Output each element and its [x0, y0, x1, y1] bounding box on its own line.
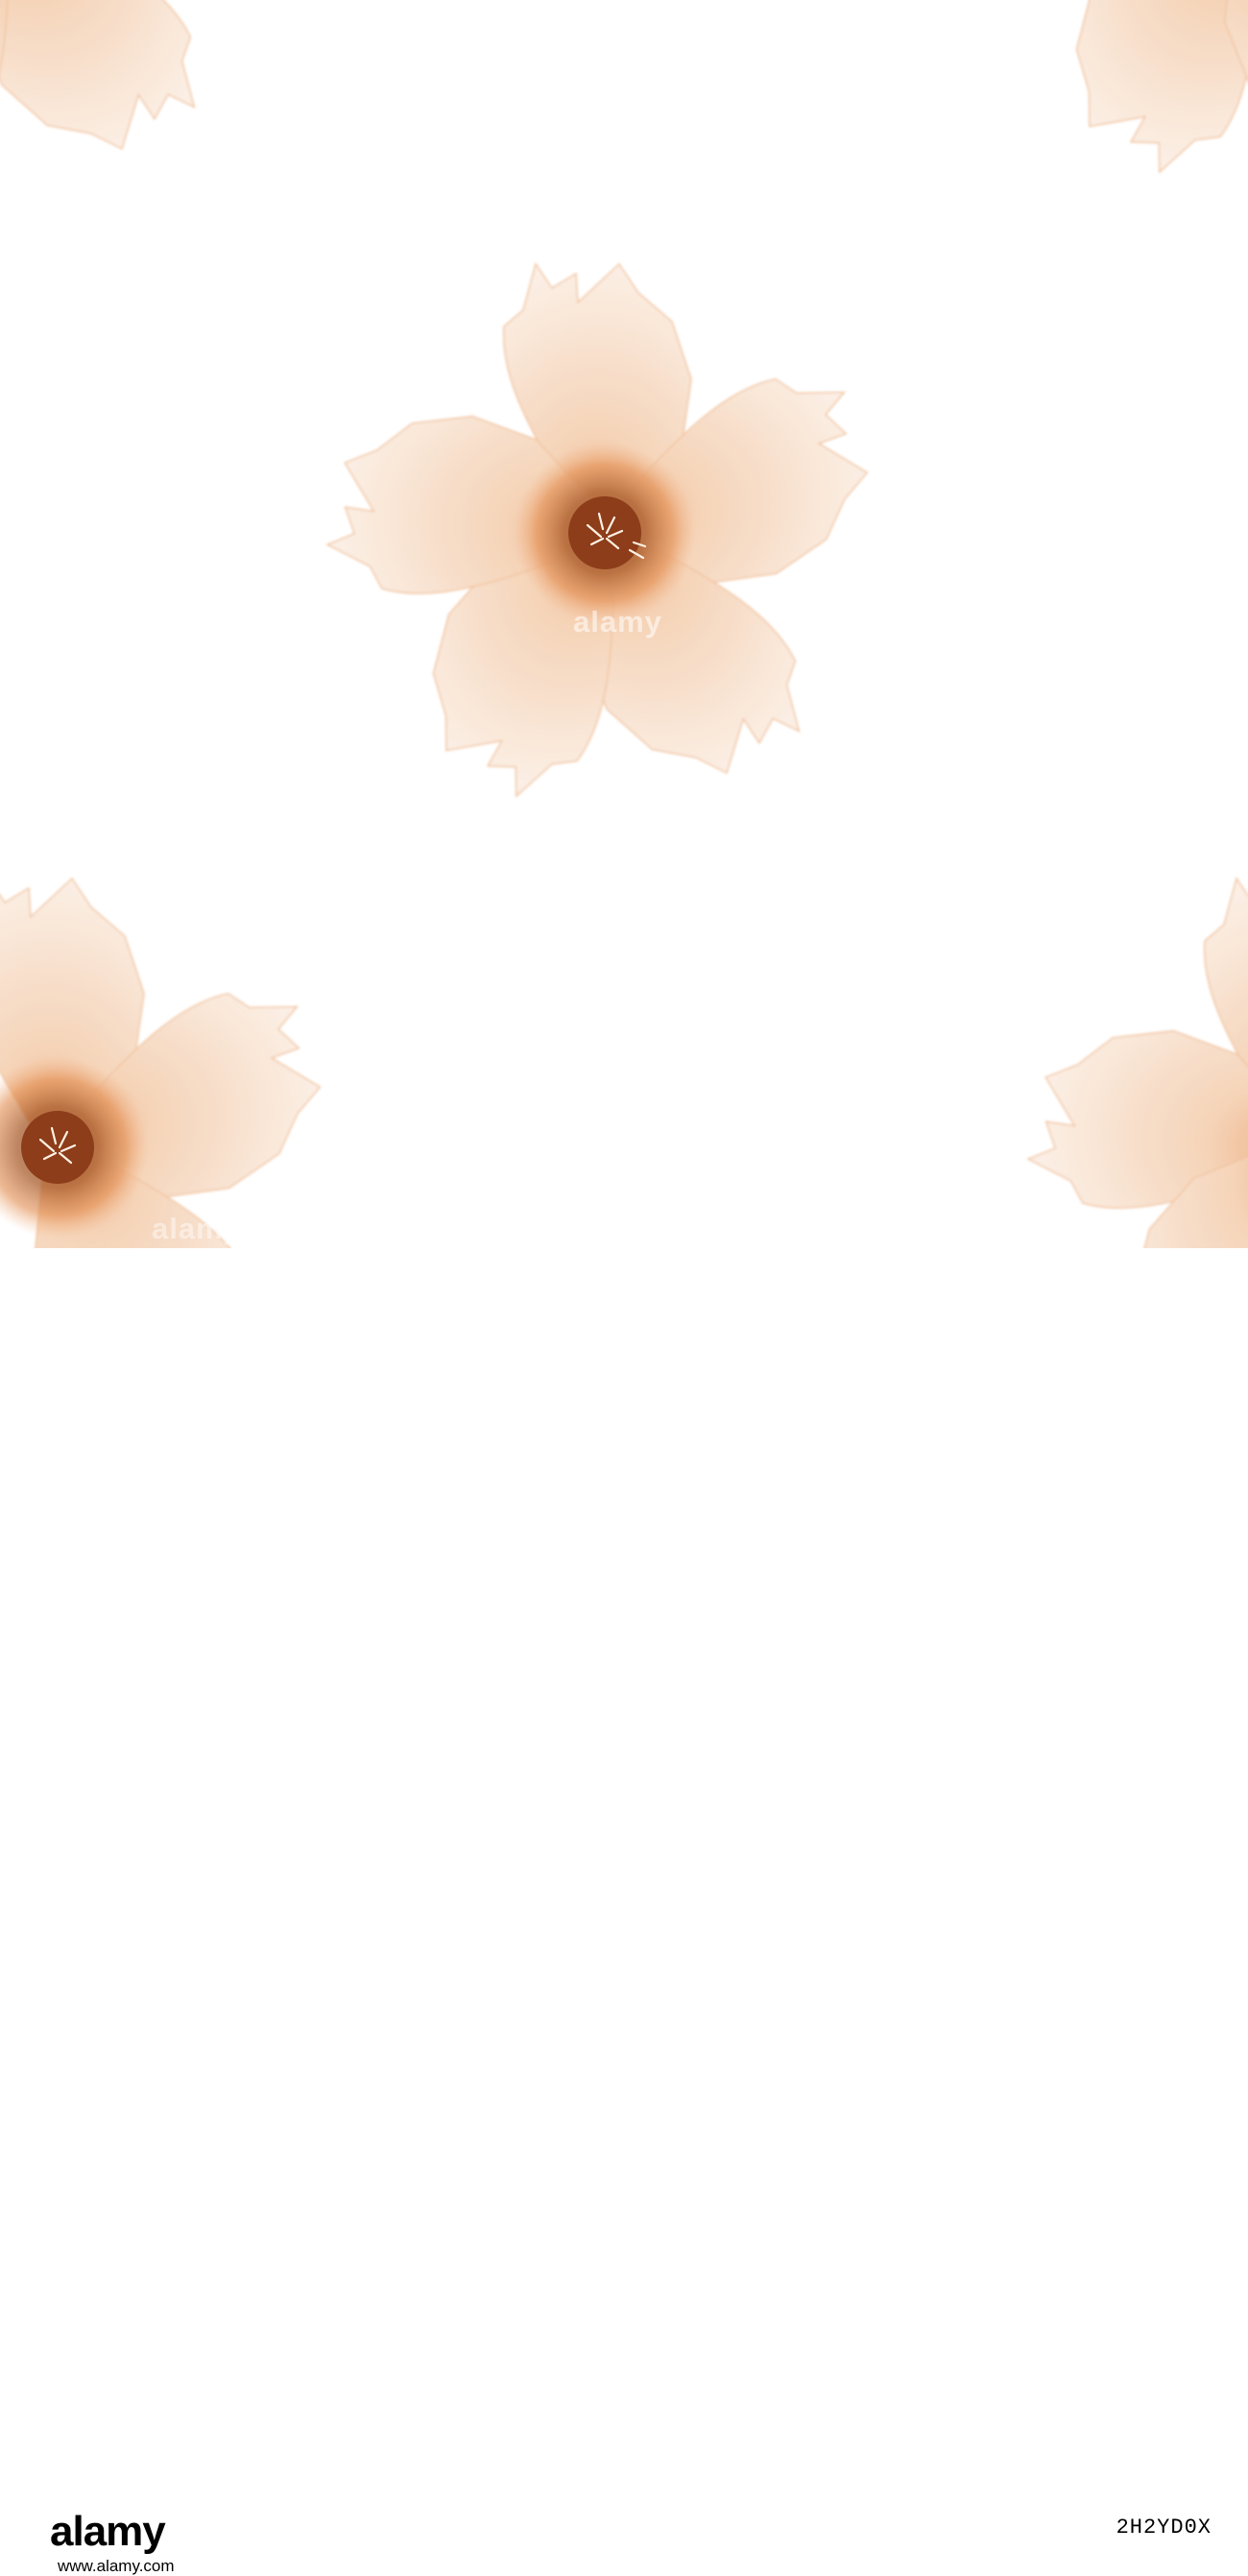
flower-corner-top-left — [0, 0, 196, 174]
pattern-artwork: alamy alamy — [0, 0, 1248, 1248]
watermark-bottom: alamy — [152, 1212, 241, 1245]
flower-corner-bottom-right — [1026, 877, 1248, 1248]
image-id: 2H2YD0X — [1116, 2516, 1212, 2540]
flower-corner-bottom-left — [0, 877, 322, 1248]
alamy-logo[interactable]: alamy — [50, 2508, 166, 2556]
footer-url[interactable]: www.alamy.com — [58, 2557, 175, 2576]
stock-footer: alamy 2H2YD0X www.alamy.com — [0, 1248, 1248, 2575]
flower-center-core — [568, 496, 641, 569]
flower-corner-top-right — [1075, 0, 1248, 174]
watermark-center: alamy — [573, 605, 662, 638]
flower-center — [325, 262, 869, 798]
